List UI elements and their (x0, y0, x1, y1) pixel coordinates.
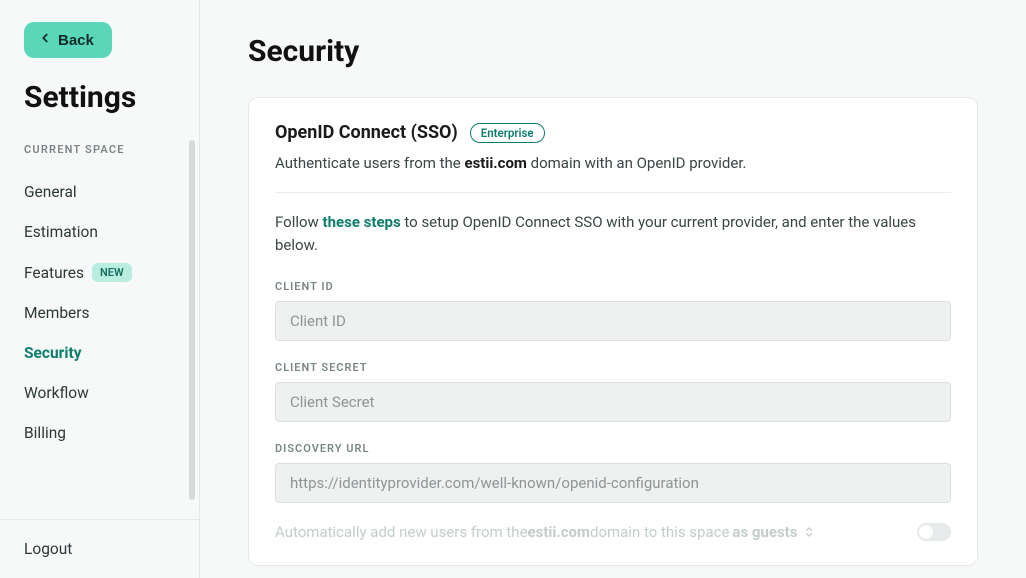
sidebar-item-label: Security (24, 344, 82, 362)
client-id-field: CLIENT ID (275, 280, 951, 341)
back-button-label: Back (58, 32, 94, 49)
card-header: OpenID Connect (SSO) Enterprise (275, 122, 951, 143)
sidebar-item-billing[interactable]: Billing (24, 413, 199, 453)
main-content: Security OpenID Connect (SSO) Enterprise… (200, 0, 1026, 578)
auto-add-toggle[interactable] (917, 523, 951, 541)
discovery-url-label: DISCOVERY URL (275, 442, 951, 455)
sidebar-section-label: CURRENT SPACE (24, 143, 199, 156)
sidebar-item-label: General (24, 183, 77, 201)
enterprise-pill: Enterprise (470, 123, 545, 143)
sidebar-item-features[interactable]: Features NEW (24, 252, 199, 293)
client-id-input[interactable] (275, 301, 951, 341)
sidebar-footer: Logout (0, 519, 199, 578)
sidebar-item-label: Features (24, 264, 84, 282)
client-secret-input[interactable] (275, 382, 951, 422)
discovery-url-field: DISCOVERY URL (275, 442, 951, 503)
sidebar-item-members[interactable]: Members (24, 293, 199, 333)
card-description: Authenticate users from the estii.com do… (275, 153, 951, 174)
auto-add-prefix: Automatically add new users from the (275, 523, 528, 541)
client-id-label: CLIENT ID (275, 280, 951, 293)
divider (275, 192, 951, 193)
page-title: Security (248, 34, 978, 69)
logout-label: Logout (24, 540, 72, 558)
instruction-text: Follow these steps to setup OpenID Conne… (275, 211, 951, 258)
sidebar-item-estimation[interactable]: Estimation (24, 212, 199, 252)
auto-add-domain: estii.com (528, 523, 590, 541)
card-title: OpenID Connect (SSO) (275, 122, 458, 143)
sso-card: OpenID Connect (SSO) Enterprise Authenti… (248, 97, 978, 566)
auto-add-row: Automatically add new users from the est… (275, 523, 951, 541)
new-badge: NEW (92, 263, 132, 282)
sidebar-item-label: Members (24, 304, 90, 322)
back-button[interactable]: Back (24, 22, 112, 58)
auto-add-middle: domain to this space (590, 523, 729, 541)
sidebar-item-label: Estimation (24, 223, 98, 241)
chevron-updown-icon[interactable] (803, 526, 815, 538)
client-secret-field: CLIENT SECRET (275, 361, 951, 422)
sidebar: Back Settings CURRENT SPACE General Esti… (0, 0, 200, 578)
chevron-left-icon (38, 31, 52, 49)
client-secret-label: CLIENT SECRET (275, 361, 951, 374)
sidebar-item-security[interactable]: Security (24, 333, 199, 373)
settings-heading: Settings (24, 80, 199, 115)
setup-steps-link[interactable]: these steps (323, 213, 401, 231)
sidebar-item-label: Workflow (24, 384, 89, 402)
auto-add-role: as guests (732, 523, 797, 541)
scrollbar[interactable] (189, 140, 195, 500)
sidebar-item-label: Billing (24, 424, 66, 442)
sidebar-nav: General Estimation Features NEW Members … (24, 172, 199, 453)
logout-button[interactable]: Logout (24, 540, 199, 558)
discovery-url-input[interactable] (275, 463, 951, 503)
sidebar-item-general[interactable]: General (24, 172, 199, 212)
sidebar-item-workflow[interactable]: Workflow (24, 373, 199, 413)
